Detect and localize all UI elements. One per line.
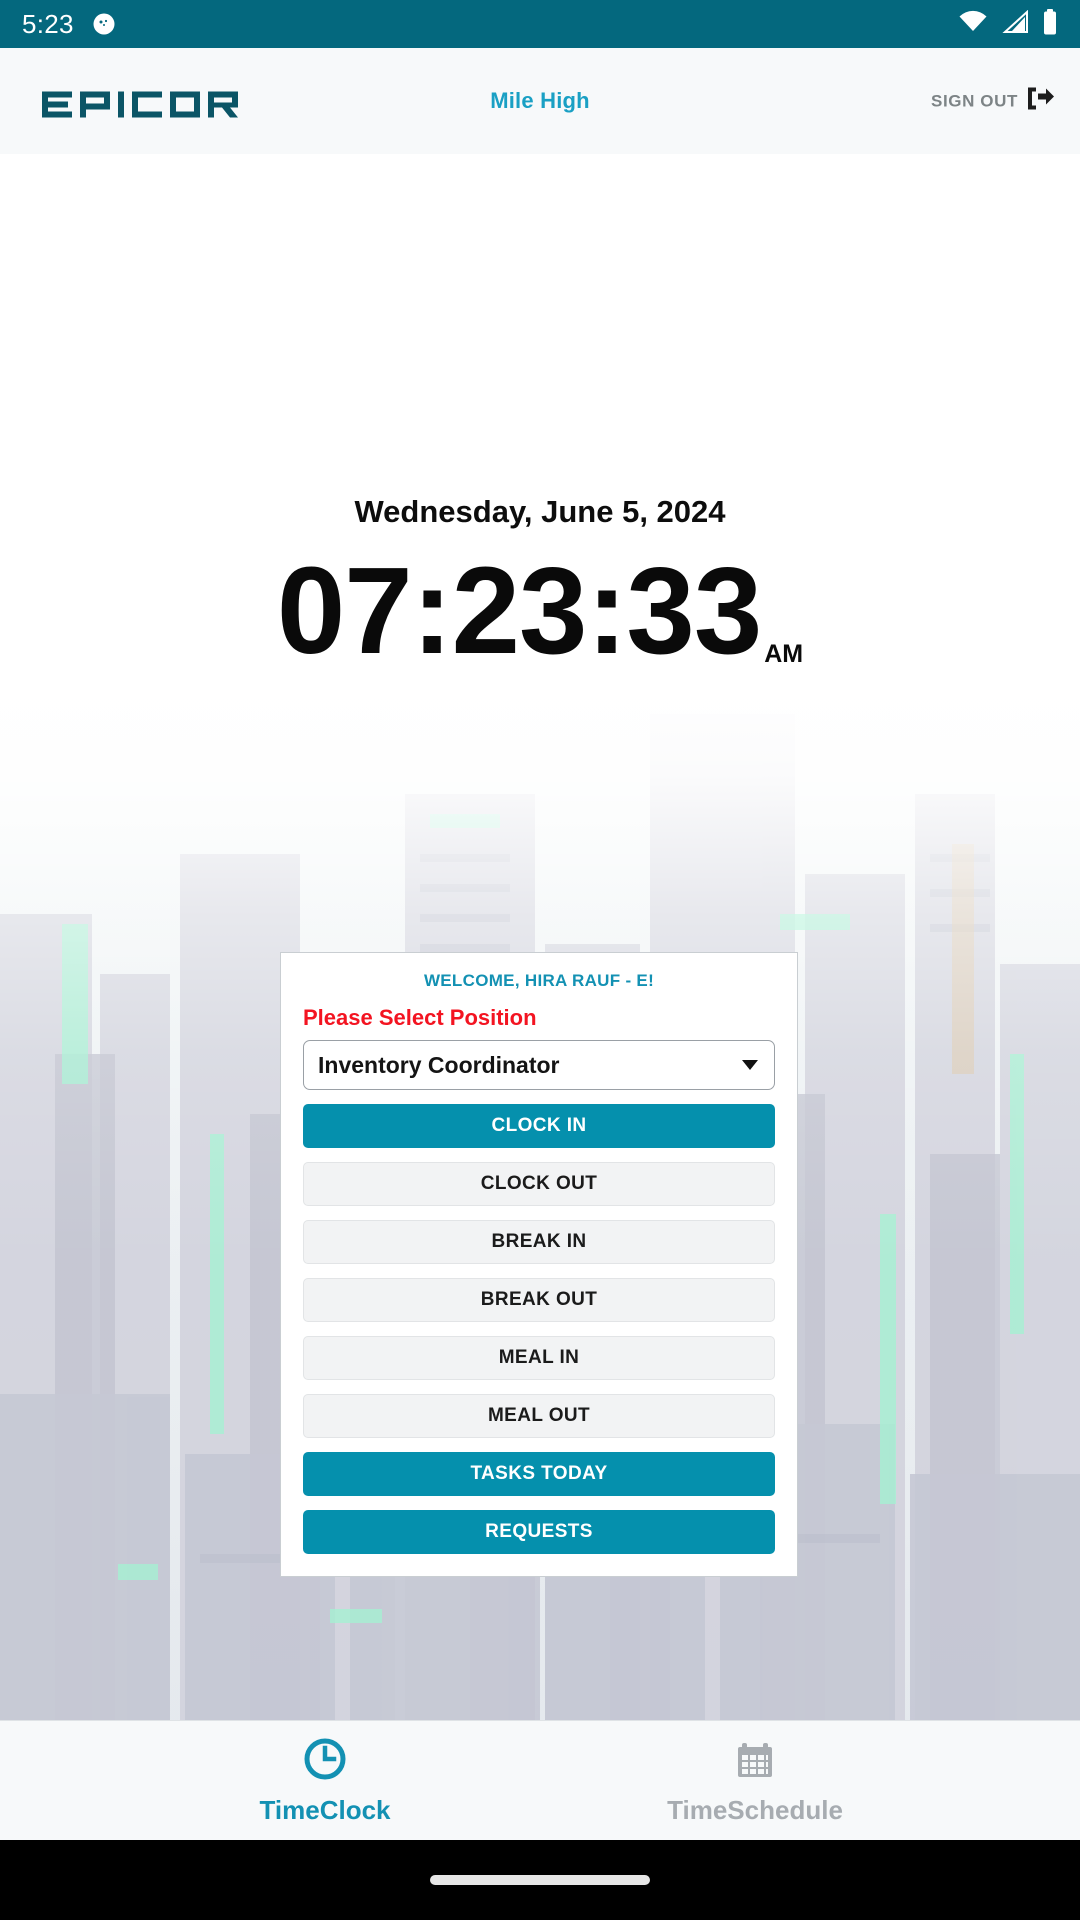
sign-out-button[interactable]: SIGN OUT	[931, 85, 1055, 118]
gesture-pill[interactable]	[430, 1875, 650, 1885]
nav-item-timeschedule[interactable]: TimeSchedule	[655, 1736, 855, 1826]
clock-icon	[302, 1736, 348, 1787]
bottom-navigation: TimeClock TimeSchedule	[0, 1720, 1080, 1840]
wifi-icon	[958, 10, 988, 39]
position-select[interactable]: Inventory Coordinator	[303, 1040, 775, 1090]
current-time-row: 07:23:33 AM	[0, 550, 1080, 673]
meal-out-button[interactable]: MEAL OUT	[303, 1394, 775, 1438]
clock-display: Wednesday, June 5, 2024 07:23:33 AM	[0, 494, 1080, 673]
app-header: Mile High SIGN OUT	[0, 48, 1080, 154]
status-bar-clock: 5:23	[22, 8, 74, 39]
position-select-value: Inventory Coordinator	[318, 1051, 560, 1078]
current-time-meridiem: AM	[764, 640, 804, 668]
calendar-icon	[732, 1736, 778, 1787]
select-position-label: Please Select Position	[303, 1005, 537, 1030]
site-name: Mile High	[490, 88, 590, 113]
logout-arrow-icon	[1025, 85, 1055, 118]
status-bar-left: 5:23	[22, 9, 116, 40]
break-out-button[interactable]: BREAK OUT	[303, 1278, 775, 1322]
requests-button[interactable]: REQUESTS	[303, 1510, 775, 1554]
nav-item-timeclock[interactable]: TimeClock	[225, 1736, 425, 1826]
current-time: 07:23:33	[276, 543, 762, 680]
meal-in-button[interactable]: MEAL IN	[303, 1336, 775, 1380]
notification-circle-icon	[92, 12, 116, 36]
chevron-down-icon	[742, 1060, 758, 1070]
break-in-button[interactable]: BREAK IN	[303, 1220, 775, 1264]
clock-out-button[interactable]: CLOCK OUT	[303, 1162, 775, 1206]
main-content: Wednesday, June 5, 2024 07:23:33 AM WELC…	[0, 154, 1080, 1739]
cellular-signal-icon	[1001, 9, 1029, 39]
battery-icon	[1042, 8, 1058, 40]
welcome-message: WELCOME, HIRA RAUF - E!	[423, 971, 655, 990]
clock-in-button[interactable]: CLOCK IN	[303, 1104, 775, 1148]
current-date: Wednesday, June 5, 2024	[354, 494, 726, 529]
nav-label-timeclock: TimeClock	[259, 1794, 391, 1825]
tasks-today-button[interactable]: TASKS TODAY	[303, 1452, 775, 1496]
status-bar: 5:23	[0, 0, 1080, 48]
sign-out-label: SIGN OUT	[931, 91, 1018, 110]
status-bar-right	[958, 8, 1058, 40]
system-gesture-bar	[0, 1840, 1080, 1920]
timeclock-card: WELCOME, HIRA RAUF - E! Please Select Po…	[280, 952, 798, 1577]
nav-label-timeschedule: TimeSchedule	[667, 1794, 843, 1825]
